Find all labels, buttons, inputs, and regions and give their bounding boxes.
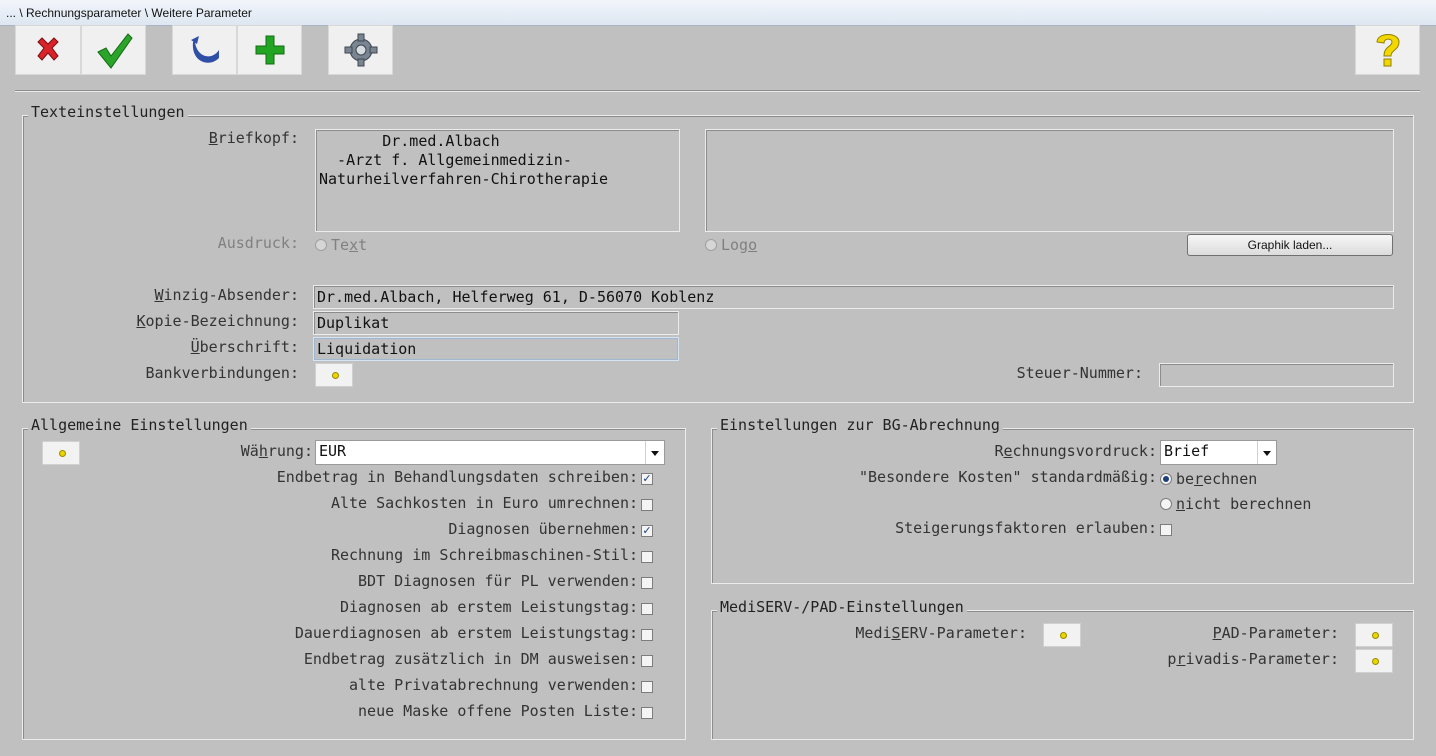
window-title: ... \ Rechnungsparameter \ Weitere Param… xyxy=(6,6,252,20)
add-icon xyxy=(255,35,284,65)
option-label: Endbetrag in Behandlungsdaten schreiben: xyxy=(276,468,638,486)
option-label: alte Privatabrechnung verwenden: xyxy=(349,676,638,694)
check-icon xyxy=(96,33,133,69)
radio-logo[interactable] xyxy=(705,239,717,251)
kopie-label: Kopie-Bezeichnung: xyxy=(136,312,299,330)
option-checkbox[interactable] xyxy=(641,551,653,563)
radio-nicht-berechnen[interactable] xyxy=(1160,498,1172,510)
currency-value: EUR xyxy=(319,442,347,460)
pad-button[interactable] xyxy=(1355,623,1393,647)
radio-text-label: Text xyxy=(331,236,368,254)
briefkopf-label: Briefkopf: xyxy=(208,129,299,147)
option-label: Endbetrag zusätzlich in DM ausweisen: xyxy=(303,650,638,668)
add-button[interactable] xyxy=(237,25,302,75)
help-icon xyxy=(1375,34,1400,67)
option-checkbox[interactable]: ✓ xyxy=(641,525,653,537)
vordruck-select[interactable]: Brief xyxy=(1160,440,1277,465)
chevron-down-icon xyxy=(645,441,664,464)
winzig-field[interactable]: Dr.med.Albach, Helferweg 61, D-56070 Kob… xyxy=(313,285,1394,309)
toolbar-separator xyxy=(15,90,1420,92)
settings-button[interactable] xyxy=(328,25,393,75)
undo-button[interactable] xyxy=(172,25,237,75)
option-checkbox[interactable] xyxy=(641,655,653,667)
logo-preview xyxy=(705,129,1394,232)
steigerung-checkbox[interactable] xyxy=(1160,524,1172,536)
confirm-button[interactable] xyxy=(81,25,146,75)
option-checkbox[interactable] xyxy=(641,499,653,511)
general-settings-button[interactable] xyxy=(42,441,80,465)
currency-select[interactable]: EUR xyxy=(315,440,665,465)
steuer-label: Steuer-Nummer: xyxy=(1016,364,1143,382)
winzig-label: Winzig-Absender: xyxy=(154,286,300,304)
option-label: Diagnosen übernehmen: xyxy=(448,520,638,538)
radio-berechnen-label: berechnen xyxy=(1176,470,1258,488)
pad-label: PAD-Parameter: xyxy=(1212,624,1339,642)
radio-logo-label: Logo xyxy=(721,236,758,254)
ueberschrift-label: Überschrift: xyxy=(190,338,299,356)
option-label: BDT Diagnosen für PL verwenden: xyxy=(358,572,638,590)
option-label: Alte Sachkosten in Euro umrechnen: xyxy=(330,494,638,512)
option-label: neue Maske offene Posten Liste: xyxy=(358,702,638,720)
steuer-field[interactable] xyxy=(1159,363,1394,387)
mediserv-button[interactable] xyxy=(1043,623,1081,647)
option-label: Rechnung im Schreibmaschinen-Stil: xyxy=(330,546,638,564)
option-checkbox[interactable] xyxy=(641,577,653,589)
bg-settings-legend: Einstellungen zur BG-Abrechnung xyxy=(717,416,1003,434)
ausdruck-label: Ausdruck: xyxy=(217,234,299,252)
text-settings-legend: Texteinstellungen xyxy=(28,103,188,121)
chevron-down-icon xyxy=(1257,441,1276,464)
vordruck-value: Brief xyxy=(1164,442,1210,460)
cancel-button[interactable] xyxy=(15,25,81,75)
option-label: Dauerdiagnosen ab erstem Leistungstag: xyxy=(294,624,638,642)
kopie-field[interactable]: Duplikat xyxy=(313,311,679,335)
option-checkbox[interactable] xyxy=(641,603,653,615)
title-bar: ... \ Rechnungsparameter \ Weitere Param… xyxy=(0,0,1436,26)
option-checkbox[interactable]: ✓ xyxy=(641,473,653,485)
privadis-button[interactable] xyxy=(1355,649,1393,673)
radio-nicht-label: nicht berechnen xyxy=(1176,495,1312,513)
kosten-label: "Besondere Kosten" standardmäßig: xyxy=(858,468,1157,486)
radio-text[interactable] xyxy=(315,239,327,251)
option-checkbox[interactable] xyxy=(641,681,653,693)
privadis-label: privadis-Parameter: xyxy=(1167,650,1339,668)
radio-berechnen[interactable] xyxy=(1160,473,1172,485)
bank-button[interactable] xyxy=(315,363,353,387)
gear-icon xyxy=(344,33,377,67)
currency-label: Währung: xyxy=(240,442,313,460)
ueberschrift-field[interactable]: Liquidation xyxy=(313,337,679,361)
undo-icon xyxy=(190,36,219,63)
mediserv-label: MediSERV-Parameter: xyxy=(855,624,1027,642)
mediserv-legend: MediSERV-/PAD-Einstellungen xyxy=(717,598,967,616)
bank-label: Bankverbindungen: xyxy=(145,364,299,382)
load-graphic-button[interactable]: Graphik laden... xyxy=(1187,234,1393,256)
briefkopf-textarea[interactable]: Dr.med.Albach -Arzt f. Allgemeinmedizin-… xyxy=(315,129,680,232)
steigerung-label: Steigerungsfaktoren erlauben: xyxy=(895,519,1157,537)
option-checkbox[interactable] xyxy=(641,707,653,719)
help-button[interactable] xyxy=(1355,25,1420,75)
option-checkbox[interactable] xyxy=(641,629,653,641)
close-icon xyxy=(37,37,59,61)
vordruck-label: Rechnungsvordruck: xyxy=(994,442,1157,460)
option-label: Diagnosen ab erstem Leistungstag: xyxy=(339,598,638,616)
general-settings-legend: Allgemeine Einstellungen xyxy=(28,416,251,434)
